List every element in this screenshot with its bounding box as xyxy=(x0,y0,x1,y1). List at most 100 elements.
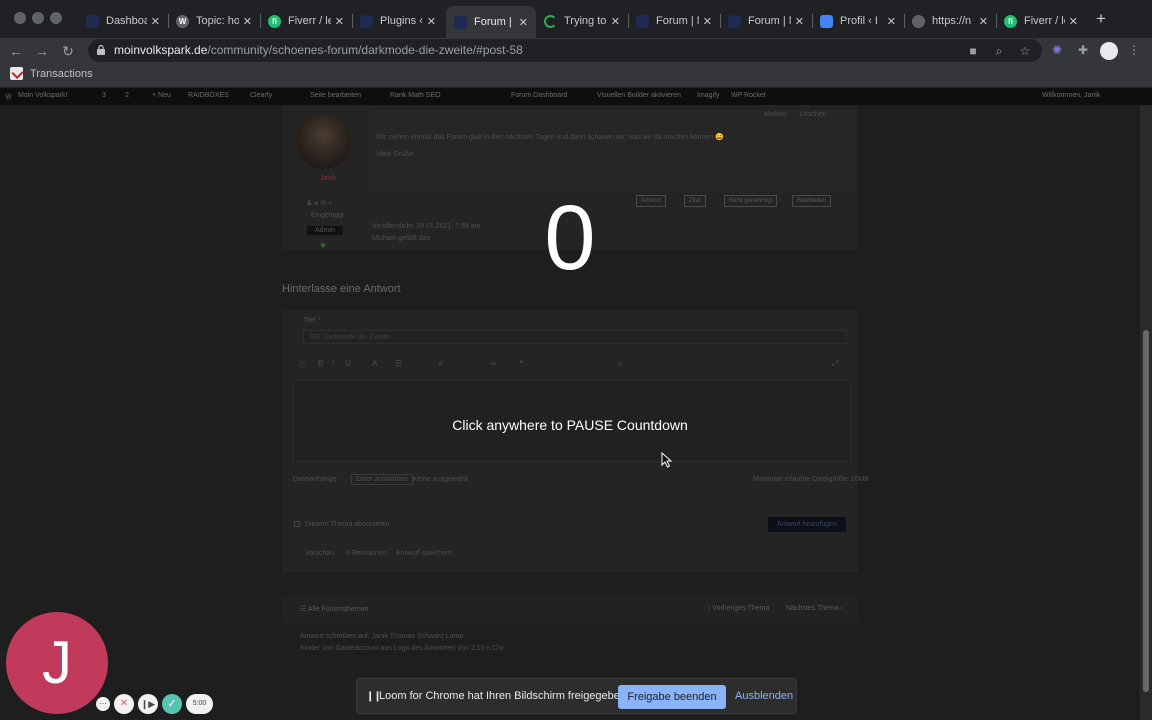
browser-tab[interactable]: Dashboard ✕ xyxy=(78,8,168,34)
tab-title: Trying to xyxy=(564,15,607,27)
wp-visual-builder[interactable]: Visuellen Builder aktivieren xyxy=(597,92,681,99)
no-file-text: Keine ausgewählt xyxy=(413,476,469,483)
tab-close-icon[interactable]: ✕ xyxy=(335,15,344,28)
hide-button[interactable]: Ausblenden xyxy=(735,690,793,702)
browser-tab-active[interactable]: Forum | M ✕ xyxy=(446,6,536,38)
reload-icon[interactable]: ↻ xyxy=(58,41,78,61)
finish-recording-icon[interactable]: ✓ xyxy=(162,694,182,714)
tab-close-icon[interactable]: ✕ xyxy=(1069,15,1078,28)
window-minimize-button[interactable] xyxy=(32,12,44,24)
preview-link[interactable]: Vorschau xyxy=(305,550,334,557)
align-icon[interactable]: ≡ xyxy=(438,359,443,368)
font-size-icon[interactable]: Ⓣ xyxy=(298,359,306,370)
zoom-icon[interactable]: ⌕ xyxy=(990,42,1008,60)
stop-sharing-button[interactable]: Freigabe beenden xyxy=(618,685,726,709)
extensions-puzzle-icon[interactable]: ✚ xyxy=(1074,41,1092,59)
bold-icon[interactable]: B xyxy=(318,359,323,368)
subscribe-checkbox[interactable] xyxy=(294,521,300,527)
quote-button[interactable]: Zitat xyxy=(684,195,706,207)
browser-tab[interactable]: Plugins ‹ ✕ xyxy=(352,8,444,34)
menu-icon[interactable]: ⋮ xyxy=(1125,41,1143,59)
tab-close-icon[interactable]: ✕ xyxy=(427,15,436,28)
title-input[interactable]: RE: Darkmode die Zweite xyxy=(303,330,847,344)
wp-clearfy[interactable]: Clearfy xyxy=(250,92,272,99)
browser-tab[interactable]: W Topic: ho ✕ xyxy=(168,8,260,34)
browser-tab[interactable]: Profil ‹ I ✕ xyxy=(812,8,904,34)
tab-close-icon[interactable]: ✕ xyxy=(151,15,160,28)
scrollbar[interactable] xyxy=(1140,105,1152,720)
wp-updates[interactable]: 3 xyxy=(102,92,106,99)
unapprove-button[interactable]: Nicht genehmigt xyxy=(724,195,778,207)
cancel-recording-icon[interactable]: ✕ xyxy=(114,694,134,714)
author-name[interactable]: Janik xyxy=(320,175,336,182)
wordpress-icon[interactable]: Ⓦ xyxy=(5,92,12,102)
wp-forum-dashboard[interactable]: Forum Dashboard xyxy=(511,92,567,99)
italic-icon[interactable]: I xyxy=(332,359,334,368)
countdown-message[interactable]: Click anywhere to PAUSE Countdown xyxy=(380,417,760,433)
quote-icon[interactable]: ❝ xyxy=(519,359,523,368)
camera-bubble[interactable]: J xyxy=(6,612,108,714)
tab-title: Fiverr / le xyxy=(288,15,331,27)
loom-message: Loom for Chrome hat Ihren Bildschirm fre… xyxy=(379,690,630,702)
tab-close-icon[interactable]: ✕ xyxy=(611,15,620,28)
address-bar[interactable]: moinvolkspark.de/community/schoenes-foru… xyxy=(88,39,1042,62)
fullscreen-icon[interactable]: ⤢ xyxy=(832,359,838,369)
text-color-icon[interactable]: A xyxy=(372,359,377,368)
title-label: Titel * xyxy=(303,317,321,324)
underline-icon[interactable]: U xyxy=(345,359,351,368)
submit-reply-button[interactable]: Antwort hinzufügen xyxy=(768,517,846,532)
browser-tab[interactable]: fi Fiverr / le ✕ xyxy=(996,8,1086,34)
forward-icon[interactable]: → xyxy=(32,41,52,61)
window-close-button[interactable] xyxy=(14,12,26,24)
url-host: moinvolkspark.de xyxy=(114,43,208,57)
tab-close-icon[interactable]: ✕ xyxy=(795,15,804,28)
camera-icon[interactable]: ■ xyxy=(964,42,982,60)
wp-edit-page[interactable]: Seite bearbeiten xyxy=(310,92,361,99)
delete-link[interactable]: Löschen xyxy=(800,111,826,118)
browser-tab[interactable]: https://n ✕ xyxy=(904,8,996,34)
wp-comments[interactable]: 2 xyxy=(125,92,129,99)
bookmark-item[interactable]: Transactions xyxy=(10,67,93,80)
post-text: Wir ziehen einmal das Forum glatt in den… xyxy=(376,134,724,141)
report-link[interactable]: Melden xyxy=(764,111,787,118)
tab-close-icon[interactable]: ✕ xyxy=(703,15,712,28)
save-draft-link[interactable]: Entwurf speichern xyxy=(396,550,452,557)
browser-tab[interactable]: fi Fiverr / le ✕ xyxy=(260,8,352,34)
browser-tab[interactable]: Forum | M ✕ xyxy=(628,8,720,34)
more-options-icon[interactable]: ··· xyxy=(96,697,110,711)
prev-topic-link[interactable]: ‹ Vorheriges Thema xyxy=(708,605,769,612)
tab-title: https://n xyxy=(932,15,972,27)
tab-close-icon[interactable]: ✕ xyxy=(887,15,896,28)
wp-account[interactable]: Willkommen, Janik xyxy=(1042,92,1100,99)
back-icon[interactable]: ← xyxy=(6,41,26,61)
link-icon[interactable]: ∞ xyxy=(491,359,497,368)
avatar xyxy=(296,114,351,169)
window-maximize-button[interactable] xyxy=(50,12,62,24)
tab-close-icon[interactable]: ✕ xyxy=(519,16,528,29)
scrollbar-thumb[interactable] xyxy=(1143,330,1149,692)
wp-rocket[interactable]: WP Rocket xyxy=(731,92,766,99)
wp-rank-math[interactable]: Rank Math SEO xyxy=(390,92,441,99)
extension-icon[interactable]: ✺ xyxy=(1048,41,1066,59)
wp-new[interactable]: + Neu xyxy=(152,92,171,99)
revisions-link[interactable]: 0 Revisionen xyxy=(346,550,386,557)
profile-avatar[interactable] xyxy=(1100,42,1118,60)
next-topic-link[interactable]: Nächstes Thema › xyxy=(786,605,843,612)
tab-title: Fiverr / le xyxy=(1024,15,1065,27)
wp-raidboxes[interactable]: RAIDBOXES xyxy=(188,92,229,99)
browser-tab[interactable]: Forum | M ✕ xyxy=(720,8,812,34)
all-topics-link[interactable]: ☰ Alle Forumsthemen xyxy=(300,605,369,613)
browser-tab[interactable]: Trying to ✕ xyxy=(536,8,628,34)
emoji-icon[interactable]: ☺ xyxy=(616,359,624,368)
wp-imagify[interactable]: Imagify xyxy=(697,92,720,99)
bookmark-star-icon[interactable]: ☆ xyxy=(1016,42,1034,60)
list-icon[interactable]: ☰ xyxy=(395,359,402,368)
pause-recording-icon[interactable]: ❙▶ xyxy=(138,694,158,714)
choose-file-button[interactable]: Datei auswählen xyxy=(351,474,413,485)
tab-close-icon[interactable]: ✕ xyxy=(243,15,252,28)
edit-button[interactable]: Bearbeiten xyxy=(792,195,832,207)
wp-site-name[interactable]: Moin Volkspark! xyxy=(18,92,67,99)
new-tab-button[interactable]: + xyxy=(1092,9,1110,29)
countdown-number[interactable]: 0 xyxy=(470,188,670,288)
tab-close-icon[interactable]: ✕ xyxy=(979,15,988,28)
